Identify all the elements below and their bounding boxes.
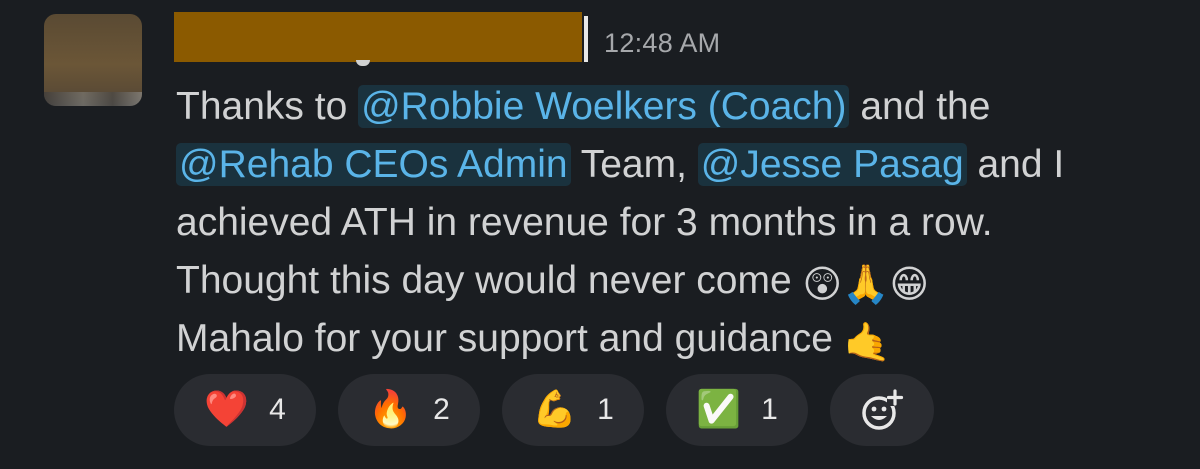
message-line-5: Mahalo for your support and guidance 🤙 [176, 310, 1176, 368]
call-me-hand-emoji-icon: 🤙 [843, 320, 892, 364]
check-mark-icon: ✅ [696, 389, 742, 430]
sender-name-redacted[interactable] [174, 12, 588, 62]
message-timestamp[interactable]: 12:48 AM [604, 28, 720, 59]
reaction-fire[interactable]: 🔥 2 [338, 374, 480, 446]
message-line-3: achieved ATH in revenue for 3 months in … [176, 201, 993, 244]
message-line-4: Thought this day would never come 😲🙏😁 [176, 252, 1176, 310]
reaction-flexed-biceps[interactable]: 💪 1 [502, 374, 644, 446]
heart-icon: ❤️ [204, 389, 250, 430]
folded-hands-emoji-icon: 🙏 [842, 262, 890, 306]
fire-icon: 🔥 [368, 389, 414, 430]
flexed-biceps-icon: 💪 [532, 389, 578, 430]
message-text: Team, [570, 143, 698, 186]
message-text: Mahalo for your support and guidance [176, 317, 844, 360]
reactions-bar: ❤️ 4 🔥 2 💪 1 ✅ 1 [174, 374, 934, 446]
avatar[interactable] [44, 14, 142, 106]
astonished-face-emoji-icon: 😲 [802, 262, 843, 306]
mention-jesse-pasag[interactable]: @Jesse Pasag [697, 143, 967, 186]
mention-robbie-woelkers[interactable]: @Robbie Woelkers (Coach) [358, 85, 850, 128]
message-body: Thanks to @Robbie Woelkers (Coach) and t… [176, 78, 1176, 368]
reaction-count: 2 [433, 393, 450, 426]
mention-rehab-ceos-admin[interactable]: @Rehab CEOs Admin [176, 143, 571, 186]
sender-name-glyph-fragment [356, 60, 370, 66]
reaction-heart[interactable]: ❤️ 4 [174, 374, 316, 446]
message-line-2: @Rehab CEOs Admin Team, @Jesse Pasag and… [176, 136, 1176, 194]
message-text: and the [849, 85, 991, 128]
grinning-face-emoji-icon: 😁 [889, 262, 930, 306]
add-reaction-button[interactable] [830, 374, 934, 446]
message-text: Thought this day would never come [176, 259, 803, 302]
reaction-count: 1 [761, 393, 778, 426]
add-reaction-icon [862, 389, 904, 430]
reaction-check-mark[interactable]: ✅ 1 [666, 374, 808, 446]
message-line-1: Thanks to @Robbie Woelkers (Coach) and t… [176, 78, 1176, 136]
reaction-count: 4 [269, 393, 286, 426]
reaction-count: 1 [597, 393, 614, 426]
message-text: Thanks to [176, 85, 359, 128]
message-text: and I [966, 143, 1065, 186]
